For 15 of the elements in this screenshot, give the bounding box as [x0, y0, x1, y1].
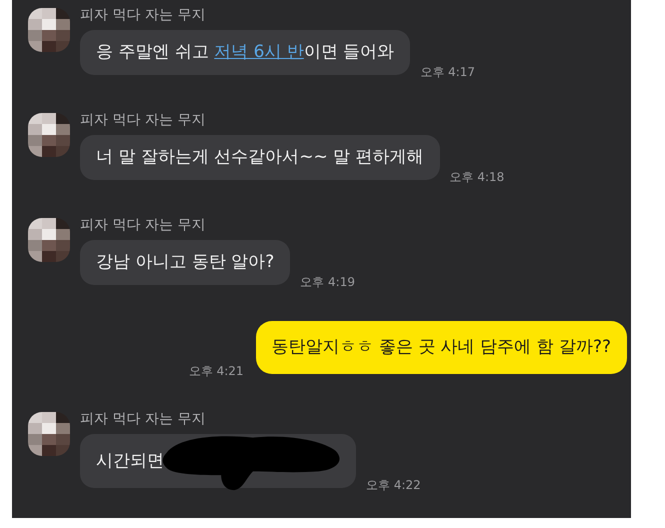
timestamp: 오후 4:21 [188, 363, 244, 380]
timestamp: 오후 4:17 [420, 64, 476, 81]
message-text: 너 말 잘하는게 선수같아서~~ 말 편하게해 [96, 146, 424, 169]
message-text: 시간되면 [96, 450, 164, 472]
sender-name: 피자 먹다 자는 무지 [80, 216, 206, 234]
message-text: 동탄알지ㅎㅎ 좋은 곳 사네 담주에 함 갈까?? [272, 336, 611, 359]
sender-name: 피자 먹다 자는 무지 [80, 6, 206, 24]
timestamp: 오후 4:18 [450, 169, 504, 186]
timestamp: 오후 4:19 [300, 274, 355, 291]
message-text: 강남 아니고 동탄 알아? [96, 251, 274, 274]
sender-name: 피자 먹다 자는 무지 [80, 111, 206, 129]
message-text: 응 주말엔 쉬고 저녁 6시 반이면 들어와 [96, 41, 394, 64]
timestamp: 오후 4:22 [366, 477, 421, 494]
sender-name: 피자 먹다 자는 무지 [80, 410, 206, 428]
link[interactable]: 저녁 6시 반 [214, 42, 304, 62]
